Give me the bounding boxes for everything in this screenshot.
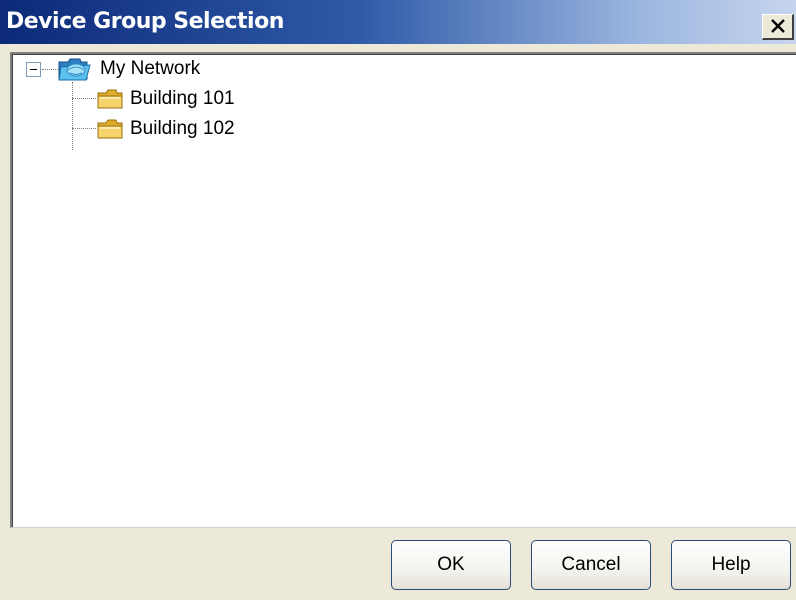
close-button[interactable] [762, 14, 794, 40]
folder-icon [97, 119, 123, 139]
window-title: Device Group Selection [6, 9, 284, 34]
title-bar[interactable]: Device Group Selection [0, 0, 796, 44]
tree-node-label: Building 102 [130, 118, 235, 139]
network-folder-icon [58, 58, 91, 81]
tree-connector-child-2 [72, 128, 96, 129]
ok-button[interactable]: OK [391, 540, 511, 590]
tree-connector-vertical [72, 82, 73, 150]
collapse-toggle-icon[interactable] [26, 62, 41, 77]
tree-node-label: Building 101 [130, 88, 235, 109]
help-button[interactable]: Help [671, 540, 791, 590]
device-group-tree[interactable]: My Network Building 101 Building 102 [10, 52, 796, 528]
tree-node-label: My Network [100, 58, 201, 79]
device-group-selection-dialog: Device Group Selection My Network Buildi… [0, 0, 796, 600]
close-icon [771, 19, 785, 33]
folder-icon [97, 89, 123, 109]
tree-connector-child-1 [72, 98, 96, 99]
cancel-button[interactable]: Cancel [531, 540, 651, 590]
